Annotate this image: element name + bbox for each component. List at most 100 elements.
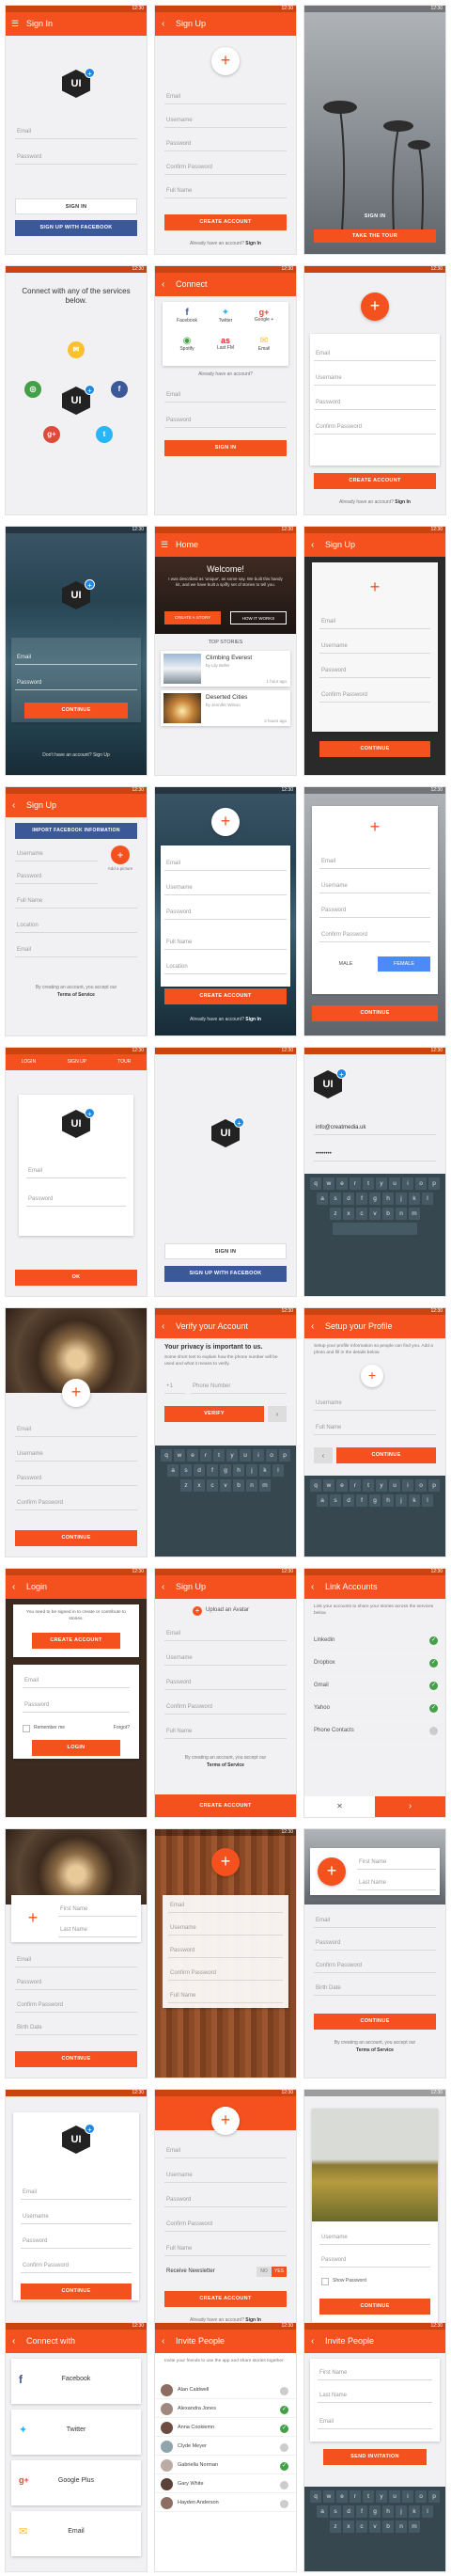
create-account-button[interactable]: CREATE ACCOUNT [32, 1633, 120, 1649]
signup-prompt[interactable]: Don't have an account? Sign Up [6, 752, 147, 758]
continue-button[interactable]: CONTINUE [21, 2284, 132, 2299]
menu-icon[interactable]: ☰ [11, 12, 19, 36]
person-row[interactable]: Clyde Meyer [155, 2438, 296, 2456]
chat-icon[interactable]: ◎ [24, 381, 41, 398]
facebook-signup-button[interactable]: SIGN UP WITH FACEBOOK [15, 220, 137, 236]
send-invitation-button[interactable]: SEND INVITATION [323, 2449, 427, 2465]
key[interactable]: n [246, 1479, 257, 1492]
key[interactable]: x [343, 1208, 354, 1220]
facebook-signup-button[interactable]: SIGN UP WITH FACEBOOK [164, 1266, 287, 1282]
first-name-field[interactable]: First Name [58, 1901, 137, 1917]
username-field[interactable]: Username [314, 1395, 436, 1411]
key[interactable]: n [396, 2521, 407, 2533]
key[interactable]: r [350, 1479, 361, 1492]
email-field[interactable]: Email [15, 123, 137, 139]
key[interactable]: d [343, 1193, 354, 1205]
service-email[interactable]: ✉ Email [247, 336, 281, 352]
key[interactable]: q [310, 2490, 321, 2503]
password-field[interactable]: Password [26, 1191, 126, 1207]
first-name-field[interactable]: First Name [357, 1854, 436, 1870]
key[interactable]: u [389, 1479, 400, 1492]
gender-male-button[interactable]: MALE [319, 956, 372, 972]
add-avatar-icon[interactable]: + [361, 292, 389, 321]
key[interactable]: a [317, 2505, 328, 2518]
tab-login[interactable]: LOGIN [22, 1054, 37, 1070]
person-row[interactable]: Gary White [155, 2475, 296, 2493]
key[interactable]: o [415, 1479, 427, 1492]
connect-twitter[interactable]: ✦ Twitter [11, 2410, 141, 2455]
tab-tour[interactable]: TOUR [117, 1054, 131, 1070]
password-field[interactable]: Password [319, 902, 430, 918]
key[interactable]: e [187, 1449, 198, 1462]
back-arrow-icon[interactable]: ‹ [162, 2330, 164, 2353]
email-field[interactable]: Email [15, 1421, 137, 1437]
email-field[interactable]: Email [23, 1672, 130, 1688]
email-field[interactable]: Email [319, 613, 430, 629]
key[interactable]: l [422, 1494, 433, 1507]
key[interactable]: s [180, 1464, 192, 1477]
menu-icon[interactable]: ☰ [161, 533, 168, 557]
username-field[interactable]: Username [164, 1650, 287, 1666]
key[interactable]: c [356, 2521, 367, 2533]
service-twitter[interactable]: ✦ Twitter [209, 308, 242, 324]
key[interactable]: n [396, 1208, 407, 1220]
fullname-field[interactable]: Full Name [314, 1419, 436, 1435]
connect-facebook[interactable]: f Facebook [11, 2359, 141, 2404]
key[interactable]: b [382, 1208, 394, 1220]
username-field[interactable]: Username [164, 2167, 287, 2183]
key[interactable]: i [402, 2490, 413, 2503]
key[interactable]: u [240, 1449, 251, 1462]
add-avatar-icon[interactable]: + [361, 574, 389, 602]
confirm-password-field[interactable]: Confirm Password [319, 926, 430, 942]
upload-label[interactable]: Upload an Avatar [206, 1607, 249, 1613]
back-arrow-icon[interactable]: ‹ [162, 1315, 164, 1338]
signin-link[interactable]: Sign In [395, 499, 411, 505]
key[interactable]: w [323, 1177, 334, 1190]
key[interactable]: j [396, 2505, 407, 2518]
key[interactable]: j [246, 1464, 257, 1477]
link-row-dropbox[interactable]: Dropbox ✓ [304, 1653, 445, 1672]
key[interactable]: r [350, 2490, 361, 2503]
email-field[interactable]: Email [318, 2413, 432, 2429]
terms-link[interactable]: Terms of Service [6, 992, 147, 998]
password-field[interactable]: Password [21, 2233, 132, 2249]
key[interactable]: p [428, 1177, 440, 1190]
create-story-button[interactable]: CREATE A STORY [164, 611, 221, 624]
back-arrow-icon[interactable]: ‹ [311, 1315, 314, 1338]
key[interactable]: v [369, 2521, 381, 2533]
create-account-button[interactable]: CREATE ACCOUNT [314, 473, 436, 489]
key[interactable]: o [415, 1177, 427, 1190]
key[interactable]: b [382, 2521, 394, 2533]
terms-link[interactable]: Terms of Service [155, 1762, 296, 1768]
key[interactable]: t [363, 2490, 374, 2503]
story-card[interactable]: Climbing Everest by Lily Beller 1 hour a… [161, 651, 290, 687]
take-tour-button[interactable]: TAKE THE TOUR [314, 229, 436, 243]
key[interactable]: p [279, 1449, 290, 1462]
back-arrow-icon[interactable]: ‹ [311, 1575, 314, 1599]
key[interactable]: w [323, 2490, 334, 2503]
email-field[interactable]: Email [164, 387, 287, 403]
email-field[interactable]: Email [314, 345, 436, 361]
key[interactable]: y [376, 1479, 387, 1492]
email-field[interactable]: Email [164, 855, 287, 871]
person-row[interactable]: Hayden Anderson [155, 2494, 296, 2512]
add-avatar-icon[interactable]: + [361, 1365, 383, 1387]
key[interactable]: k [409, 1193, 420, 1205]
last-name-field[interactable]: Last Name [58, 1921, 137, 1937]
person-row[interactable]: Alexandra Jones ✓ [155, 2400, 296, 2418]
key[interactable]: j [396, 1193, 407, 1205]
phone-field[interactable]: Phone Number [191, 1378, 287, 1394]
key[interactable]: s [330, 1494, 341, 1507]
username-field[interactable]: Username [15, 845, 98, 861]
continue-button[interactable]: CONTINUE [15, 2051, 137, 2067]
fullname-field[interactable]: Full Name [15, 893, 137, 909]
signin-button[interactable]: SIGN IN [164, 440, 287, 456]
link-row-yahoo[interactable]: Yahoo ✓ [304, 1699, 445, 1717]
confirm-password-field[interactable]: Confirm Password [21, 2257, 132, 2273]
password-field[interactable]: Password [15, 674, 137, 690]
key[interactable]: i [402, 1177, 413, 1190]
next-button[interactable]: › [375, 1796, 445, 1817]
email-field[interactable]: Email [164, 1625, 287, 1641]
fullname-field[interactable]: Full Name [164, 2240, 287, 2256]
how-it-works-button[interactable]: HOW IT WORKS [230, 611, 287, 624]
